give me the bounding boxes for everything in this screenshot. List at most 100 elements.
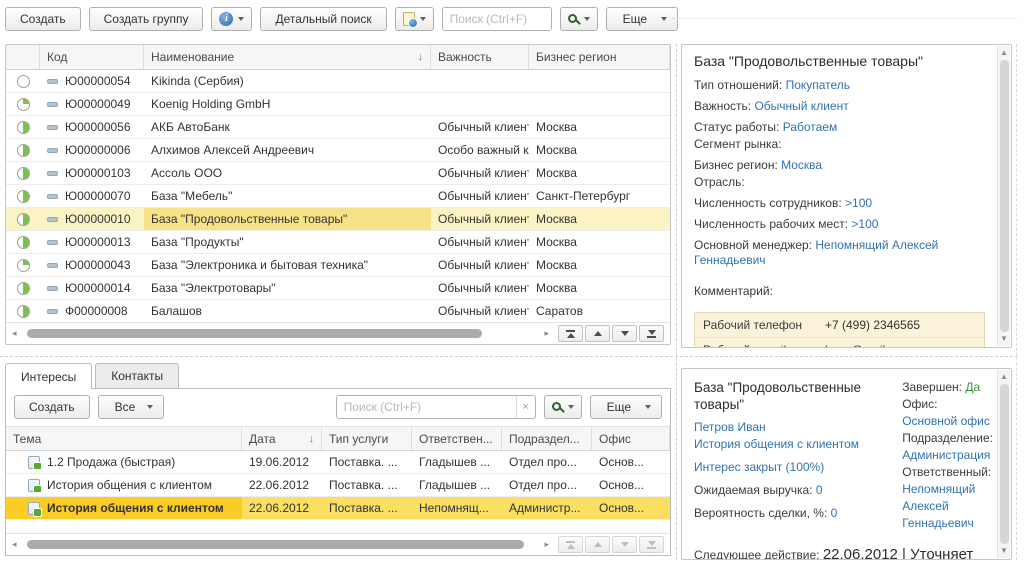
horizontal-scroll-track[interactable] (22, 538, 540, 551)
main-toolbar: Создать Создать группу i Детальный поиск… (5, 5, 1019, 33)
interest-state-link[interactable]: Интерес закрыт (100%) (694, 460, 824, 474)
dossier-dropdown-button[interactable]: i (211, 7, 252, 31)
horizontal-scroll-thumb[interactable] (27, 540, 524, 549)
clear-search-button[interactable]: × (516, 396, 535, 418)
client-row[interactable]: Ю00000049 Koenig Holding GmbH (6, 93, 670, 116)
clients-table: Код Наименование↓ Важность Бизнес регион… (5, 44, 671, 345)
scroll-right-icon[interactable]: ▸ (544, 539, 549, 550)
client-row[interactable]: Ю00000014 База "Электротовары" Обычный к… (6, 277, 670, 300)
create-group-button[interactable]: Создать группу (89, 7, 204, 31)
scroll-down-icon[interactable]: ▼ (1000, 546, 1008, 556)
responsible-column-header[interactable]: Ответствен... (412, 427, 502, 450)
create-interest-button[interactable]: Создать (14, 395, 90, 419)
create-button[interactable]: Создать (5, 7, 81, 31)
workplaces-count-link[interactable]: >100 (851, 217, 878, 231)
business-region-link[interactable]: Москва (781, 158, 822, 172)
link-state-icon (47, 79, 58, 84)
scroll-up-icon[interactable]: ▲ (1000, 48, 1008, 58)
more-button[interactable]: Еще (606, 7, 678, 31)
name-column-header[interactable]: Наименование↓ (144, 45, 431, 69)
tab-contacts[interactable]: Контакты (95, 363, 179, 388)
go-previous-row-button[interactable] (585, 536, 610, 553)
importance-column-header[interactable]: Важность (431, 45, 529, 69)
client-importance: Обычный клиент (431, 120, 529, 134)
chevron-down-icon (568, 405, 574, 409)
client-row-selected[interactable]: Ю00000010 База "Продовольственные товары… (6, 208, 670, 231)
search-dropdown-button[interactable] (560, 7, 598, 31)
department-column-header[interactable]: Подраздел... (502, 427, 592, 450)
client-row[interactable]: Ю00000070 База "Мебель" Обычный клиент С… (6, 185, 670, 208)
go-first-row-button[interactable] (558, 536, 583, 553)
client-row[interactable]: Ф00000008 Балашов Обычный клиент Саратов (6, 300, 670, 323)
code-column-header[interactable]: Код (40, 45, 144, 69)
office-link[interactable]: Основной офис (902, 414, 990, 428)
responsible-link[interactable]: Непомнящий Алексей Геннадьевич (902, 482, 975, 530)
link-state-icon (47, 102, 58, 107)
theme-column-header[interactable]: Тема (6, 427, 242, 450)
detailed-search-button[interactable]: Детальный поиск (260, 7, 386, 31)
department-link[interactable]: Администрация (902, 448, 990, 462)
client-region: Москва (529, 212, 670, 226)
importance-link[interactable]: Обычный клиент (754, 99, 848, 113)
search-input[interactable] (443, 8, 552, 30)
interests-search-dropdown-button[interactable] (544, 395, 582, 419)
horizontal-scroll-track[interactable] (22, 327, 540, 340)
deal-probability-link[interactable]: 0 (831, 506, 838, 520)
interest-row[interactable]: 1.2 Продажа (быстрая) 19.06.2012 Поставк… (6, 451, 670, 474)
go-last-row-button[interactable] (639, 536, 664, 553)
interests-search-input[interactable] (337, 396, 516, 418)
client-panel-scrollbar[interactable]: ▲ ▼ (997, 46, 1010, 346)
interests-more-button[interactable]: Еще (590, 395, 662, 419)
clients-table-header: Код Наименование↓ Важность Бизнес регион (6, 45, 670, 70)
chevron-down-icon (147, 405, 153, 409)
client-panel-title: База "Продовольственные товары" (694, 53, 993, 69)
interest-client-link[interactable]: Петров Иван (694, 420, 766, 434)
vertical-scroll-thumb[interactable] (1000, 60, 1009, 332)
work-status-link[interactable]: Работаем (783, 120, 838, 134)
employees-count-link[interactable]: >100 (845, 196, 872, 210)
interest-panel-scrollbar[interactable]: ▲ ▼ (997, 370, 1010, 558)
relation-type-link[interactable]: Покупатель (786, 78, 850, 92)
row-navigation (558, 325, 664, 342)
client-region: Москва (529, 281, 670, 295)
vertical-splitter[interactable] (676, 44, 677, 560)
go-next-row-button[interactable] (612, 325, 637, 342)
interest-date: 19.06.2012 (242, 455, 322, 469)
go-last-row-button[interactable] (639, 325, 664, 342)
client-row[interactable]: Ю00000054 Kikinda (Сербия) (6, 70, 670, 93)
interest-row[interactable]: История общения с клиентом 22.06.2012 По… (6, 474, 670, 497)
client-row[interactable]: Ю00000056 АКБ АвтоБанк Обычный клиент Мо… (6, 116, 670, 139)
tab-interests[interactable]: Интересы (5, 363, 92, 389)
interest-office: Основ... (592, 455, 670, 469)
chevron-down-icon (661, 17, 667, 21)
filter-all-button[interactable]: Все (98, 395, 165, 419)
expected-revenue-link[interactable]: 0 (816, 483, 823, 497)
contact-row: Рабочий телефон +7 (499) 2346565 (695, 313, 984, 338)
client-name: База "Продукты" (144, 235, 431, 249)
scroll-right-icon[interactable]: ▸ (544, 328, 549, 339)
status-column-header[interactable] (6, 45, 40, 69)
scroll-up-icon[interactable]: ▲ (1000, 372, 1008, 382)
vertical-scroll-thumb[interactable] (1000, 384, 1009, 544)
go-previous-row-button[interactable] (585, 325, 610, 342)
scroll-down-icon[interactable]: ▼ (1000, 334, 1008, 344)
interest-theme-link[interactable]: История общения с клиентом (694, 437, 859, 451)
scroll-left-icon[interactable]: ◂ (12, 328, 17, 339)
interest-row-selected[interactable]: История общения с клиентом 22.06.2012 По… (6, 497, 670, 520)
office-column-header[interactable]: Офис (592, 427, 670, 450)
date-column-header[interactable]: Дата↓ (242, 427, 322, 450)
client-row[interactable]: Ю00000103 Ассоль ООО Обычный клиент Моск… (6, 162, 670, 185)
horizontal-splitter[interactable] (0, 356, 1018, 357)
interest-office: Основ... (592, 478, 670, 492)
service-column-header[interactable]: Тип услуги (322, 427, 412, 450)
create-on-base-dropdown-button[interactable] (395, 7, 434, 31)
client-row[interactable]: Ю00000043 База "Электроника и бытовая те… (6, 254, 670, 277)
scroll-left-icon[interactable]: ◂ (12, 539, 17, 550)
go-next-row-button[interactable] (612, 536, 637, 553)
region-column-header[interactable]: Бизнес регион (529, 45, 670, 69)
client-row[interactable]: Ю00000013 База "Продукты" Обычный клиент… (6, 231, 670, 254)
client-row[interactable]: Ю00000006 Алхимов Алексей Андреевич Особ… (6, 139, 670, 162)
client-code: Ю00000010 (65, 212, 131, 226)
go-first-row-button[interactable] (558, 325, 583, 342)
horizontal-scroll-thumb[interactable] (27, 329, 483, 338)
